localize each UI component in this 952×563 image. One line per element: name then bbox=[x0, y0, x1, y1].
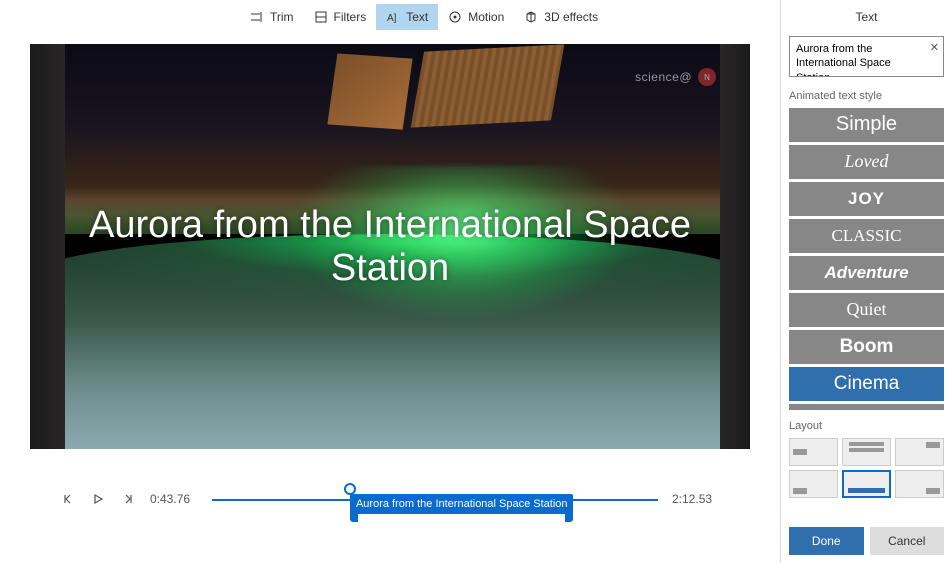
effects3d-label: 3D effects bbox=[544, 10, 598, 24]
layout-section-label: Layout bbox=[789, 420, 944, 432]
trim-icon bbox=[250, 10, 264, 24]
text-button[interactable]: A] Text bbox=[376, 4, 438, 30]
watermark-text: science@ bbox=[635, 70, 692, 84]
style-loved[interactable]: Loved bbox=[789, 145, 944, 179]
style-extra[interactable] bbox=[789, 404, 944, 410]
layout-bottom[interactable] bbox=[842, 470, 891, 498]
style-boom[interactable]: Boom bbox=[789, 330, 944, 364]
text-segment[interactable]: Aurora from the International Space Stat… bbox=[350, 494, 573, 514]
cancel-button[interactable]: Cancel bbox=[870, 527, 945, 555]
style-classic[interactable]: CLASSIC bbox=[789, 219, 944, 253]
layout-right-bottom[interactable] bbox=[895, 470, 944, 498]
overlay-text: Aurora from the International Space Stat… bbox=[66, 204, 714, 290]
layout-left-bottom[interactable] bbox=[789, 470, 838, 498]
current-time: 0:43.76 bbox=[150, 492, 198, 506]
filters-label: Filters bbox=[334, 10, 367, 24]
prev-frame-button[interactable] bbox=[60, 491, 76, 507]
text-sidebar: Text ✕ Animated text style Simple Loved … bbox=[780, 0, 952, 563]
sidebar-title: Text bbox=[789, 6, 944, 30]
motion-button[interactable]: Motion bbox=[438, 4, 514, 30]
effects3d-button[interactable]: 3D effects bbox=[514, 4, 608, 30]
trim-label: Trim bbox=[270, 10, 294, 24]
watermark: science@ N bbox=[635, 68, 716, 86]
motion-icon bbox=[448, 10, 462, 24]
video-preview[interactable]: science@ N Aurora from the International… bbox=[30, 44, 750, 449]
style-adventure[interactable]: Adventure bbox=[789, 256, 944, 290]
play-button[interactable] bbox=[90, 491, 106, 507]
segment-label: Aurora from the International Space Stat… bbox=[356, 498, 568, 510]
text-label: Text bbox=[406, 10, 428, 24]
svg-text:A]: A] bbox=[387, 13, 397, 24]
layout-top[interactable] bbox=[842, 438, 891, 466]
total-time: 2:12.53 bbox=[672, 492, 720, 506]
watermark-badge-icon: N bbox=[698, 68, 716, 86]
text-input[interactable] bbox=[789, 36, 944, 77]
style-list: Simple Loved JOY CLASSIC Adventure Quiet… bbox=[789, 108, 944, 410]
layout-left-center[interactable] bbox=[789, 438, 838, 466]
layout-right-top[interactable] bbox=[895, 438, 944, 466]
next-frame-button[interactable] bbox=[120, 491, 136, 507]
style-joy[interactable]: JOY bbox=[789, 182, 944, 216]
playback-controls: 0:43.76 Aurora from the International Sp… bbox=[30, 449, 750, 539]
segment-handle-left[interactable] bbox=[350, 508, 358, 522]
cube-icon bbox=[524, 10, 538, 24]
toolbar: Trim Filters A] Text Motion 3D effects bbox=[0, 0, 780, 34]
style-quiet[interactable]: Quiet bbox=[789, 293, 944, 327]
style-simple[interactable]: Simple bbox=[789, 108, 944, 142]
style-cinema[interactable]: Cinema bbox=[789, 367, 944, 401]
segment-handle-right[interactable] bbox=[565, 508, 573, 522]
filters-icon bbox=[314, 10, 328, 24]
layout-grid bbox=[789, 438, 944, 498]
trim-button[interactable]: Trim bbox=[240, 4, 304, 30]
style-section-label: Animated text style bbox=[789, 90, 944, 102]
done-button[interactable]: Done bbox=[789, 527, 864, 555]
motion-label: Motion bbox=[468, 10, 504, 24]
timeline[interactable]: Aurora from the International Space Stat… bbox=[212, 479, 658, 519]
clear-icon[interactable]: ✕ bbox=[930, 41, 939, 54]
filters-button[interactable]: Filters bbox=[304, 4, 377, 30]
text-icon: A] bbox=[386, 10, 400, 24]
